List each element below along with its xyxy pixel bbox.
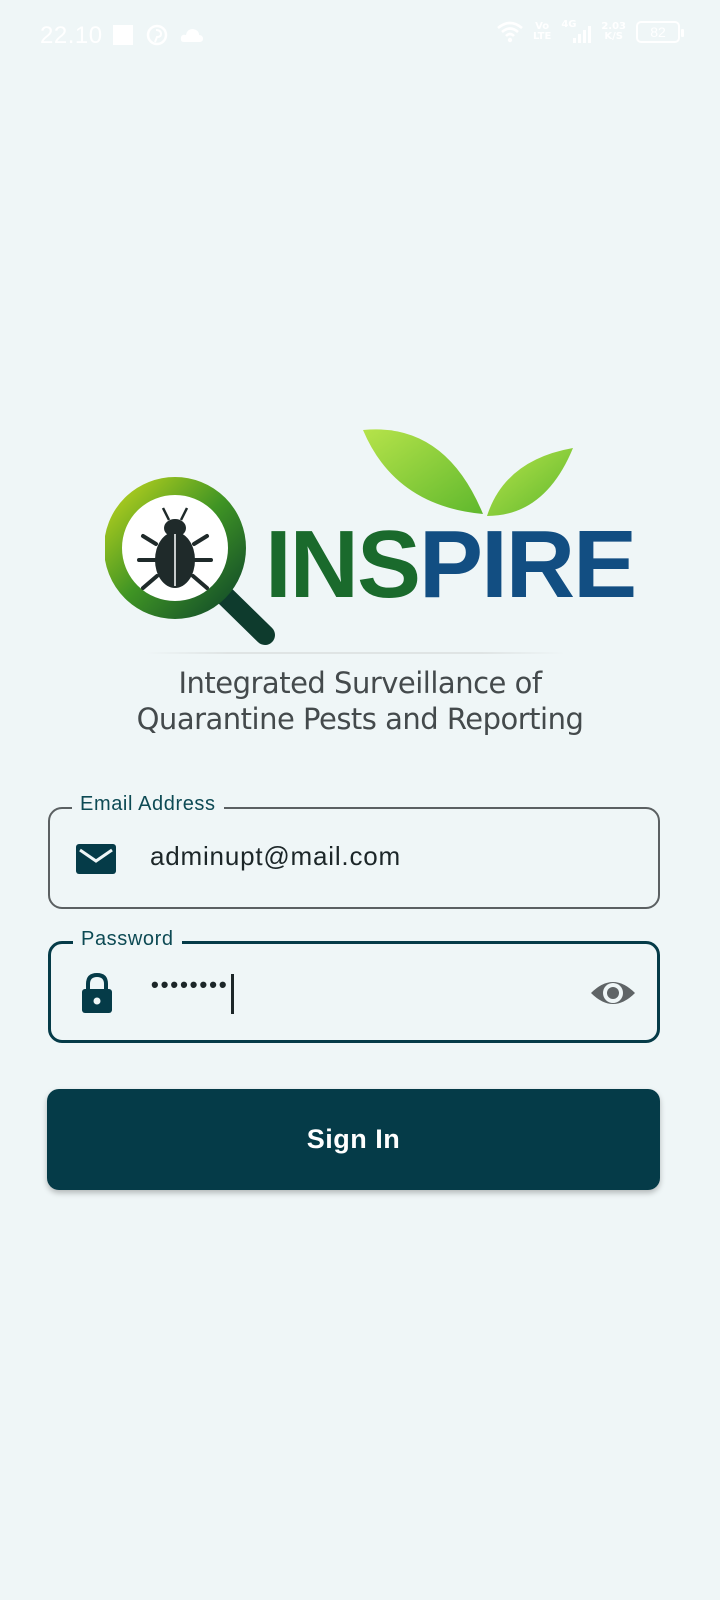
email-field-label: Email Address: [72, 793, 224, 816]
status-time: 22.10: [40, 22, 103, 49]
pinterest-icon: [146, 24, 168, 46]
sign-in-button[interactable]: Sign In: [47, 1089, 660, 1190]
notification-icons: [112, 24, 204, 46]
logo-word-ins: INS: [265, 511, 421, 618]
text-cursor: [231, 974, 234, 1014]
status-bar: 22.10 Vo LTE 4G 2.03 K/S 82: [0, 0, 720, 72]
volte-indicator: Vo LTE: [532, 21, 552, 42]
logo-tagline-line1: Integrated Surveillance of: [178, 666, 542, 700]
email-field[interactable]: Email Address adminupt@mail.com: [48, 793, 660, 909]
battery-level: 82: [650, 24, 666, 40]
signal-indicator: 4G: [561, 20, 592, 44]
login-screen: 22.10 Vo LTE 4G 2.03 K/S 82 INSPIRE Inte…: [0, 0, 720, 1600]
mail-icon: [76, 844, 116, 874]
lock-icon: [82, 972, 112, 1013]
wifi-icon: [497, 21, 523, 43]
email-value: adminupt@mail.com: [150, 841, 401, 871]
battery-icon: 82: [636, 21, 684, 43]
eye-icon[interactable]: [589, 975, 637, 1011]
app-logo: INSPIRE Integrated Surveillance of Quara…: [105, 420, 637, 750]
logo-wordmark: INSPIRE: [265, 510, 637, 620]
sign-in-label: Sign In: [306, 1124, 401, 1154]
logo-tagline-line2: Quarantine Pests and Reporting: [136, 702, 584, 736]
logo-divider: [145, 652, 565, 654]
network-speed: 2.03 K/S: [601, 21, 626, 42]
password-field[interactable]: Password ••••••••: [48, 928, 660, 1043]
notification-square-icon: [113, 25, 133, 45]
signal-bars-icon: [573, 26, 592, 43]
system-icons: Vo LTE 4G 2.03 K/S 82: [497, 20, 684, 44]
password-field-label: Password: [73, 928, 182, 951]
cloud-icon: [180, 29, 203, 42]
logo-word-pire: PIRE: [419, 511, 637, 618]
password-masked-value: ••••••••: [151, 972, 229, 997]
